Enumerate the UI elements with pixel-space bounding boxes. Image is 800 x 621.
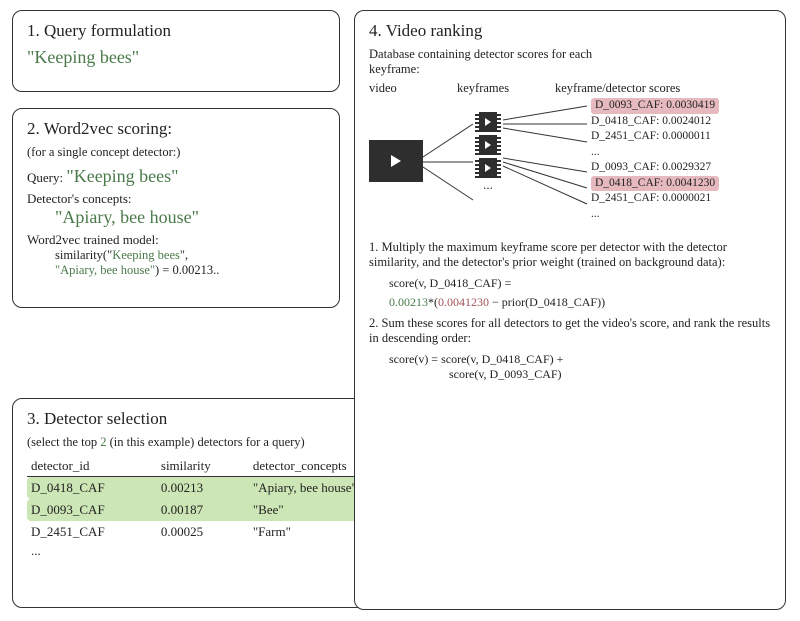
panel2-model-label: Word2vec trained model:	[27, 232, 325, 248]
equation-2: score(v) = score(v, D_0418_CAF) + score(…	[389, 352, 771, 382]
col-similarity: similarity	[157, 456, 249, 477]
keyframe-icon	[475, 158, 501, 178]
score-line: D_0093_CAF: 0.0029327	[591, 160, 719, 176]
panel1-query: "Keeping bees"	[27, 47, 325, 68]
ellipsis: ...	[475, 181, 501, 189]
db-row: ... D_0093_CAF: 0.0030419 D_0418_CAF: 0.…	[369, 102, 771, 232]
score-line: D_2451_CAF: 0.0000011	[591, 129, 719, 145]
panel2-subtitle: (for a single concept detector:)	[27, 145, 325, 160]
panel2-dc-label: Detector's concepts:	[27, 191, 325, 207]
keyframe-icon	[475, 135, 501, 155]
score-line: D_2451_CAF: 0.0000021	[591, 191, 719, 207]
panel2-query-label: Query:	[27, 170, 63, 185]
video-icon	[369, 140, 423, 182]
similarity-expr: similarity("Keeping bees", "Apiary, bee …	[55, 248, 325, 278]
panel4-col-headers: video keyframes keyframe/detector scores	[369, 81, 771, 96]
panel1-title: 1. Query formulation	[27, 21, 325, 41]
equation-1: score(v, D_0418_CAF) = 0.00213*(0.004123…	[389, 276, 771, 310]
score-line: ...	[591, 207, 719, 223]
score-line: D_0418_CAF: 0.0024012	[591, 114, 719, 130]
panel-word2vec-scoring: 2. Word2vec scoring: (for a single conce…	[12, 108, 340, 308]
score-line: D_0418_CAF: 0.0041230	[591, 176, 719, 192]
step2-text: 2. Sum these scores for all detectors to…	[369, 316, 771, 346]
keyframe-icon	[475, 112, 501, 132]
col-detector-id: detector_id	[27, 456, 157, 477]
panel-video-ranking: 4. Video ranking Database containing det…	[354, 10, 786, 610]
panel4-title: 4. Video ranking	[369, 21, 771, 41]
panel2-query: "Keeping bees"	[66, 166, 178, 186]
panel2-dc: "Apiary, bee house"	[55, 207, 325, 228]
score-line: ...	[591, 145, 719, 161]
db-label: Database containing detector scores for …	[369, 47, 629, 77]
panel-query-formulation: 1. Query formulation "Keeping bees"	[12, 10, 340, 92]
play-icon	[391, 155, 401, 167]
step1-text: 1. Multiply the maximum keyframe score p…	[369, 240, 771, 270]
score-line: D_0093_CAF: 0.0030419	[591, 98, 719, 114]
panel2-title: 2. Word2vec scoring:	[27, 119, 325, 139]
